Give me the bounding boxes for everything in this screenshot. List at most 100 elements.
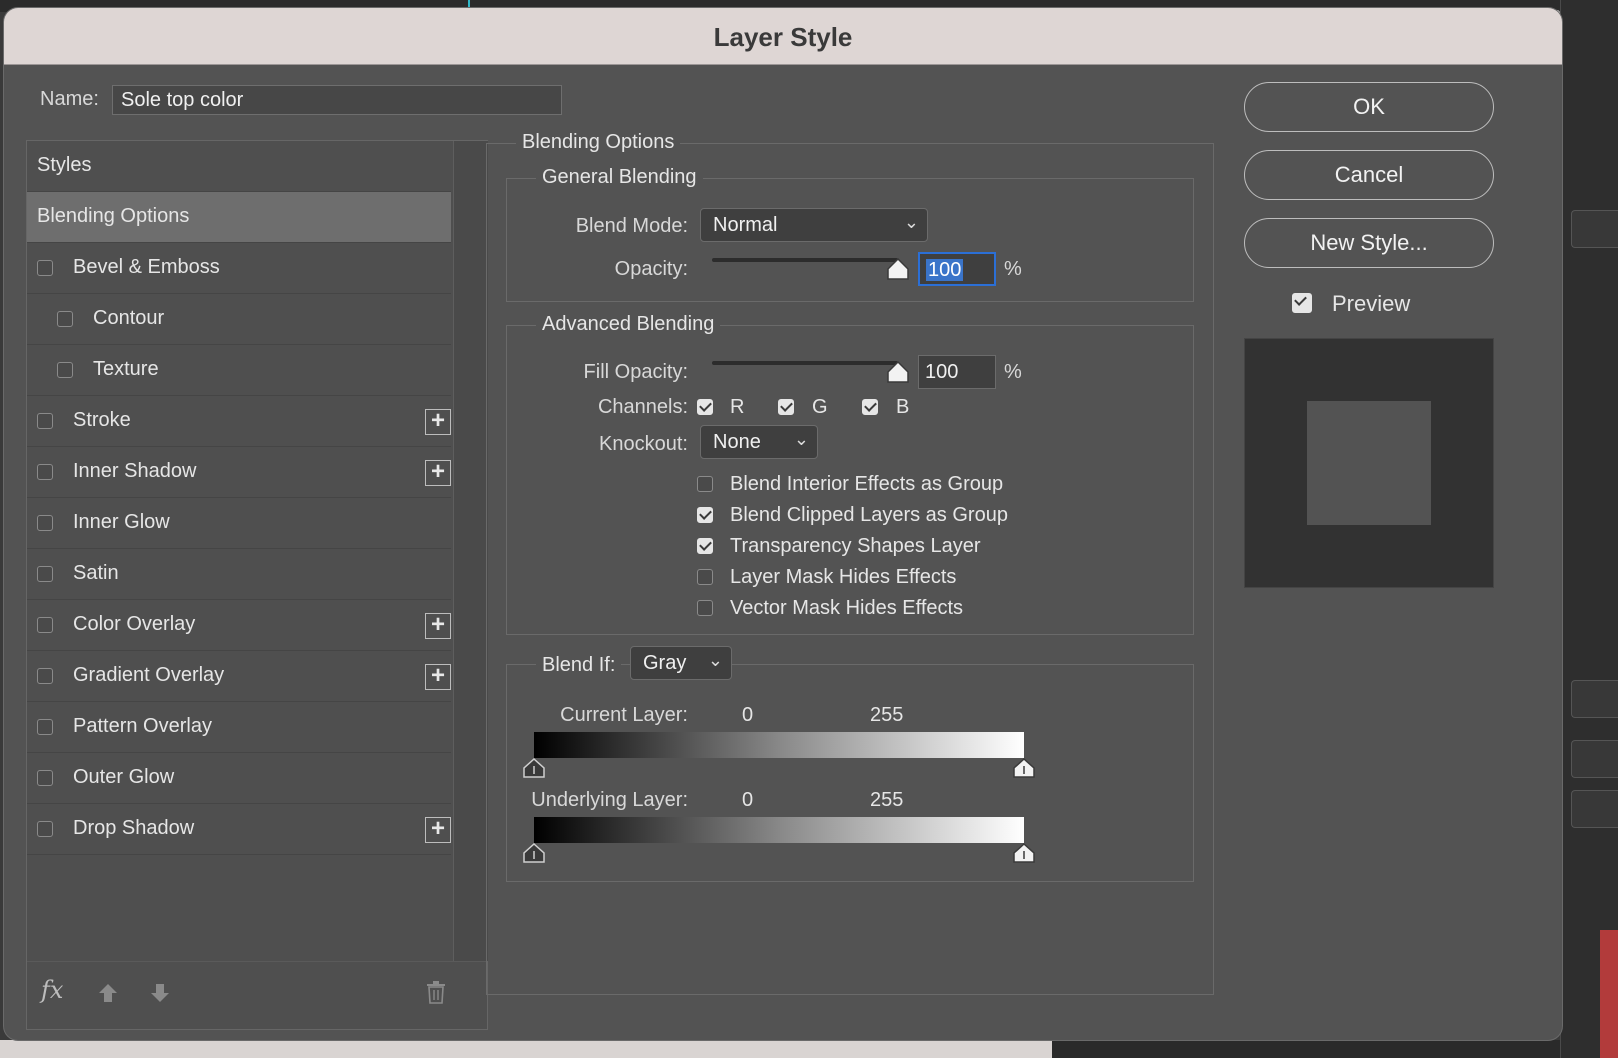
style-item-stroke[interactable]: Stroke + [27,396,451,447]
ok-button[interactable]: OK [1244,82,1494,132]
blend-interior-effects-as-group-checkbox[interactable] [697,476,713,492]
channel-g-label: G [812,396,828,418]
stroke-label: Stroke [73,409,131,431]
new-style-button[interactable]: New Style... [1244,218,1494,268]
layer-style-dialog: Layer Style Name: Styles Blending Option… [4,8,1562,1040]
outer-glow-checkbox[interactable] [37,770,53,786]
style-item-inner-shadow[interactable]: Inner Shadow + [27,447,451,498]
opacity-slider-thumb[interactable] [887,258,909,280]
fill-opacity-input[interactable]: 100 [918,355,996,389]
add-gradient-overlay-icon[interactable]: + [425,664,451,690]
knockout-select[interactable]: None ⌄ [700,425,818,459]
preview-thumbnail [1244,338,1494,588]
knockout-value: None [713,431,761,453]
preview-label: Preview [1332,291,1411,316]
chevron-down-icon: ⌄ [903,212,919,232]
fill-opacity-slider-thumb[interactable] [887,361,909,383]
cancel-button[interactable]: Cancel [1244,150,1494,200]
current-layer-black-thumb[interactable] [523,758,545,778]
fx-icon[interactable]: fx [41,976,63,1004]
style-item-inner-glow[interactable]: Inner Glow [27,498,451,549]
opacity-slider-track[interactable] [712,258,898,262]
opacity-unit: % [1004,258,1022,280]
add-stroke-icon[interactable]: + [425,409,451,435]
layer-mask-hides-effects-label: Layer Mask Hides Effects [730,566,957,588]
outer-glow-label: Outer Glow [73,766,175,788]
add-inner-shadow-icon[interactable]: + [425,460,451,486]
drop-shadow-label: Drop Shadow [73,817,195,839]
transparency-shapes-layer-checkbox[interactable] [697,538,713,554]
channel-b-label: B [896,396,910,418]
trash-icon[interactable] [425,980,447,1010]
inner-glow-checkbox[interactable] [37,515,53,531]
channel-g-checkbox[interactable] [778,399,794,415]
style-item-satin[interactable]: Satin [27,549,451,600]
contour-label: Contour [93,307,165,329]
underlying-layer-max: 255 [870,789,904,811]
current-layer-label: Current Layer: [560,704,688,726]
advanced-blending-title: Advanced Blending [536,313,721,336]
layer-mask-hides-effects-checkbox[interactable] [697,569,713,585]
color-overlay-checkbox[interactable] [37,617,53,633]
styles-scrollbar[interactable] [453,141,488,961]
blend-if-select[interactable]: Gray ⌄ [630,646,732,680]
preview-checkbox[interactable] [1292,293,1312,313]
style-item-gradient-overlay[interactable]: Gradient Overlay + [27,651,451,702]
inner-shadow-label: Inner Shadow [73,460,197,482]
style-item-color-overlay[interactable]: Color Overlay + [27,600,451,651]
stroke-checkbox[interactable] [37,413,53,429]
style-item-contour[interactable]: Contour [27,294,451,345]
dialog-titlebar: Layer Style [4,8,1562,65]
current-layer-white-thumb[interactable] [1013,758,1035,778]
panel-tab [1571,790,1618,828]
pattern-overlay-checkbox[interactable] [37,719,53,735]
app-background-bottom-dark [1052,1040,1560,1058]
current-layer-min: 0 [742,704,754,726]
blend-mode-select[interactable]: Normal ⌄ [700,208,928,242]
channel-b-checkbox[interactable] [862,399,878,415]
channel-r-label: R [730,396,745,418]
underlying-layer-black-thumb[interactable] [523,843,545,863]
layer-name-input[interactable] [112,85,562,115]
satin-checkbox[interactable] [37,566,53,582]
vector-mask-hides-effects-checkbox[interactable] [697,600,713,616]
contour-checkbox[interactable] [57,311,73,327]
styles-header-item[interactable]: Styles [27,141,451,192]
gradient-overlay-checkbox[interactable] [37,668,53,684]
style-item-pattern-overlay[interactable]: Pattern Overlay [27,702,451,753]
panel-tab [1571,680,1618,718]
pattern-overlay-label: Pattern Overlay [73,715,212,737]
blending-options-label: Blending Options [37,205,190,227]
style-item-texture[interactable]: Texture [27,345,451,396]
blending-options-item[interactable]: Blending Options [27,192,451,243]
arrow-down-icon[interactable] [149,982,171,1004]
current-layer-max: 255 [870,704,904,726]
blend-mode-label: Blend Mode: [575,215,688,237]
add-drop-shadow-icon[interactable]: + [425,817,451,843]
style-item-bevel-emboss[interactable]: Bevel & Emboss [27,243,451,294]
color-overlay-label: Color Overlay [73,613,196,635]
fill-opacity-unit: % [1004,361,1022,383]
inner-shadow-checkbox[interactable] [37,464,53,480]
channels-label: Channels: [597,396,688,418]
texture-checkbox[interactable] [57,362,73,378]
add-color-overlay-icon[interactable]: + [425,613,451,639]
blend-if-value: Gray [643,652,687,674]
texture-label: Texture [93,358,159,380]
blend-if-group [506,664,1194,882]
style-item-outer-glow[interactable]: Outer Glow [27,753,451,804]
styles-list: Styles Blending Options Bevel & Emboss Co… [27,141,451,855]
style-item-drop-shadow[interactable]: Drop Shadow + [27,804,451,855]
bevel-emboss-label: Bevel & Emboss [73,256,220,278]
opacity-input[interactable]: 100 [918,252,996,286]
channel-r-checkbox[interactable] [697,399,713,415]
fill-opacity-slider-track[interactable] [712,361,898,365]
underlying-layer-gradient [534,817,1024,843]
drop-shadow-checkbox[interactable] [37,821,53,837]
arrow-up-icon[interactable] [97,982,119,1004]
dialog-title: Layer Style [713,22,853,52]
bevel-emboss-checkbox[interactable] [37,260,53,276]
panel-tab [1571,210,1618,248]
blend-clipped-layers-as-group-checkbox[interactable] [697,507,713,523]
underlying-layer-white-thumb[interactable] [1013,843,1035,863]
